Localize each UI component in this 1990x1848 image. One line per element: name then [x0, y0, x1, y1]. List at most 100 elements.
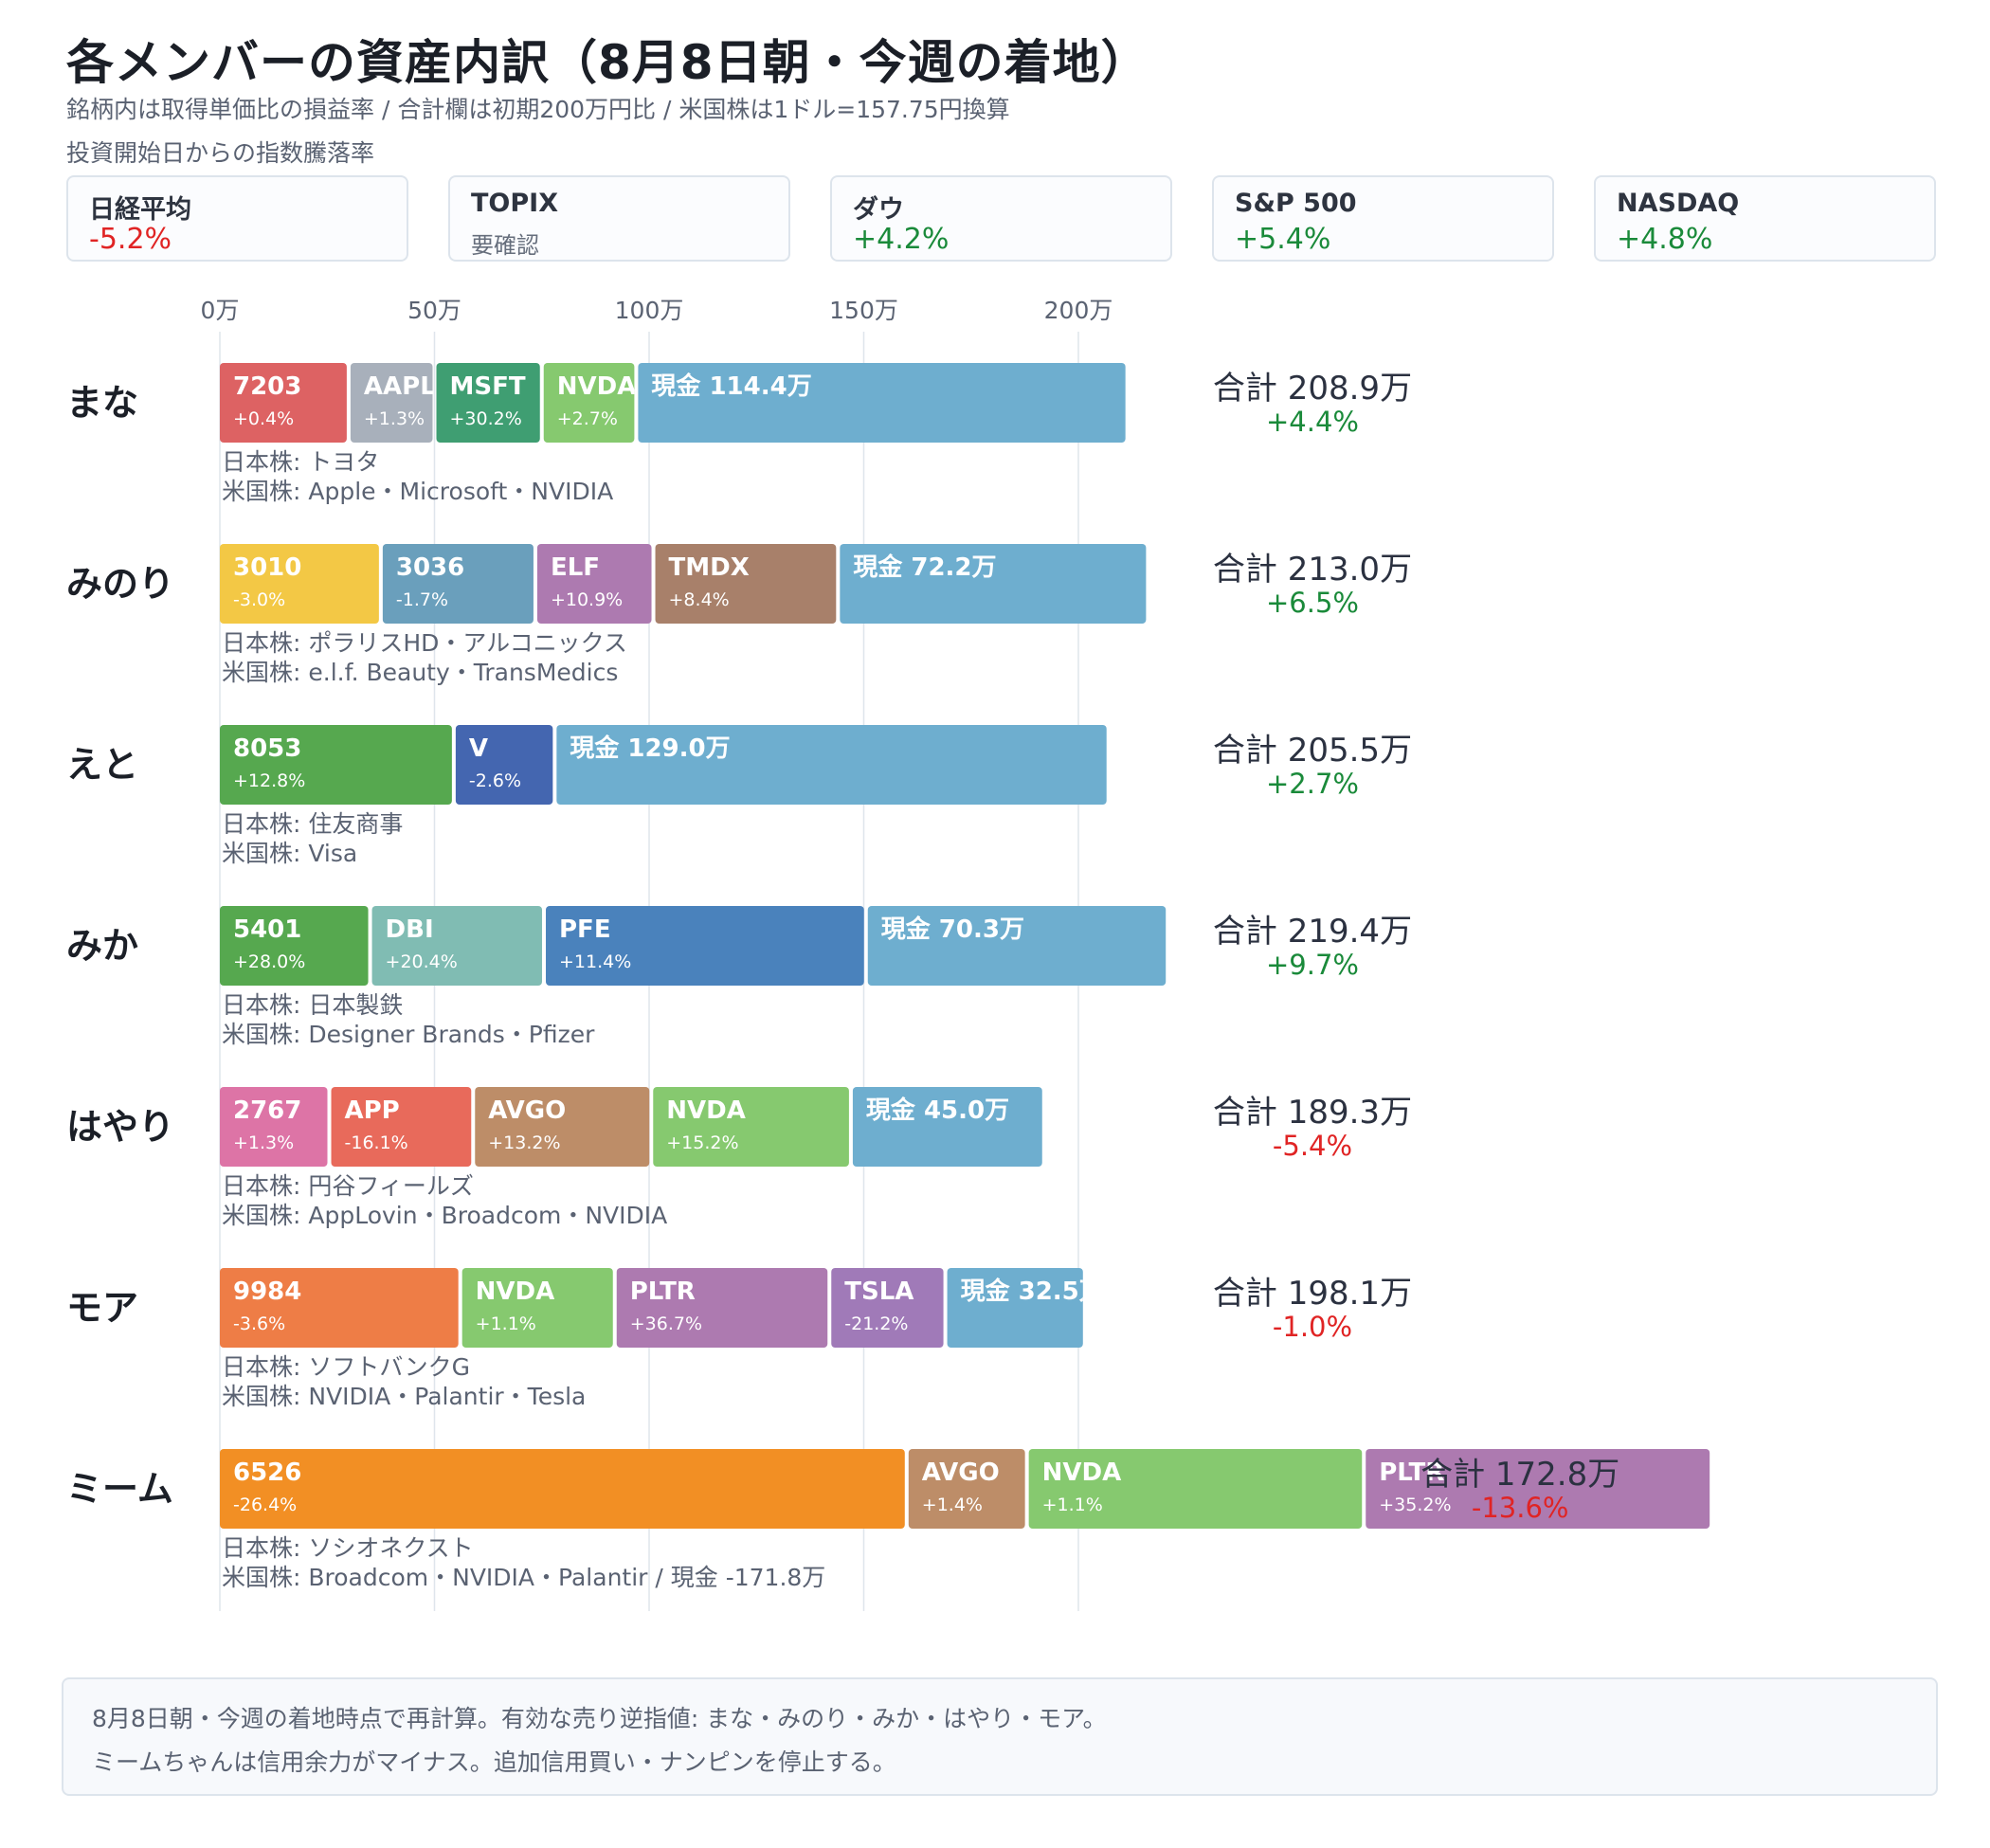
member-us-stocks: 米国株: AppLovin・Broadcom・NVIDIA — [222, 1202, 667, 1229]
segment-pct: +10.9% — [551, 589, 623, 610]
x-tick-label: 50万 — [407, 297, 461, 324]
segment-label: NVDA — [1042, 1458, 1122, 1487]
segment-pct: -3.6% — [233, 1314, 285, 1334]
segment-pct: +30.2% — [450, 408, 522, 429]
member-change: +9.7% — [1266, 949, 1359, 981]
asset-breakdown-chart: 0万 50万 100万 150万 200万まな 7203 +0.4% AAPL +1.3% MSF… — [66, 297, 1710, 1611]
member-change: +4.4% — [1266, 406, 1359, 438]
segment-label: 7203 — [233, 372, 301, 401]
segment-pct: +1.1% — [1042, 1495, 1103, 1515]
member-total: 合計 198.1万 — [1213, 1275, 1412, 1313]
segment-label: 5401 — [233, 915, 301, 944]
member-total: 合計 213.0万 — [1213, 551, 1412, 589]
segment-label: NVDA — [476, 1277, 555, 1306]
segment-pct: +20.4% — [386, 951, 458, 972]
member-name: まな — [66, 382, 138, 424]
member-us-stocks: 米国株: NVIDIA・Palantir・Tesla — [222, 1383, 586, 1410]
member-name: モア — [66, 1287, 138, 1329]
member-name: えと — [66, 744, 138, 786]
x-tick-label: 0万 — [201, 297, 240, 324]
segment-label: DBI — [386, 915, 434, 944]
segment-pct: -2.6% — [469, 770, 521, 791]
segment-label: 現金 32.5万 — [961, 1277, 1104, 1306]
footer-note: 8月8日朝・今週の着地時点で再計算。有効な売り逆指値: まな・みのり・みか・はや… — [62, 1677, 1938, 1796]
segment-label: APP — [345, 1096, 400, 1125]
segment-label: 現金 114.4万 — [651, 371, 811, 401]
segment-label: NVDA — [557, 372, 637, 401]
member-name: はやり — [66, 1106, 174, 1148]
segment-pct: +1.3% — [233, 1132, 294, 1153]
segment-pct: -26.4% — [233, 1495, 297, 1515]
footer-note-line: ミームちゃんは信用余力がマイナス。追加信用買い・ナンピンを停止する。 — [92, 1748, 896, 1776]
segment-label: ELF — [551, 553, 600, 582]
member-name: みか — [66, 925, 138, 967]
segment-label: PLTR — [630, 1277, 696, 1306]
member-total: 合計 219.4万 — [1213, 913, 1412, 951]
segment-label: 3036 — [396, 553, 464, 582]
segment-pct: -16.1% — [345, 1132, 408, 1153]
member-jp-stocks: 日本株: ポラリスHD・アルコニックス — [222, 629, 627, 657]
member-us-stocks: 米国株: Broadcom・NVIDIA・Palantir / 現金 -171.… — [222, 1564, 825, 1591]
segment-pct: -21.2% — [844, 1314, 908, 1334]
member-change: -5.4% — [1273, 1130, 1352, 1162]
segment-label: V — [469, 734, 488, 763]
member-us-stocks: 米国株: Visa — [222, 840, 357, 867]
segment-pct: +35.2% — [1379, 1495, 1451, 1515]
member-total: 合計 205.5万 — [1213, 732, 1412, 770]
segment-label: NVDA — [666, 1096, 746, 1125]
member-jp-stocks: 日本株: 住友商事 — [222, 810, 403, 838]
segment-label: TMDX — [669, 553, 750, 582]
member-jp-stocks: 日本株: 円谷フィールズ — [222, 1172, 474, 1200]
segment-pct: -1.7% — [396, 589, 448, 610]
segment-label: 現金 45.0万 — [866, 1096, 1009, 1125]
member-jp-stocks: 日本株: 日本製鉄 — [222, 991, 403, 1019]
member-name: ミーム — [66, 1468, 173, 1510]
segment-label: 現金 72.2万 — [853, 553, 996, 582]
segment-pct: +36.7% — [630, 1314, 702, 1334]
segment-label: AVGO — [488, 1096, 566, 1125]
segment-pct: +1.1% — [476, 1314, 536, 1334]
member-name: みのり — [66, 563, 174, 605]
segment-label: 3010 — [233, 553, 301, 582]
segment-pct: +12.8% — [233, 770, 305, 791]
segment-pct: +28.0% — [233, 951, 305, 972]
member-total: 合計 172.8万 — [1420, 1456, 1619, 1494]
segment-pct: +0.4% — [233, 408, 294, 429]
segment-label: AVGO — [922, 1458, 1000, 1487]
member-us-stocks: 米国株: e.l.f. Beauty・TransMedics — [222, 659, 618, 686]
segment-pct: +11.4% — [559, 951, 631, 972]
member-change: +2.7% — [1266, 768, 1359, 800]
segment-pct: +8.4% — [669, 589, 730, 610]
member-total: 合計 189.3万 — [1213, 1094, 1412, 1132]
member-jp-stocks: 日本株: ソシオネクスト — [222, 1534, 474, 1562]
segment-label: 現金 70.3万 — [881, 915, 1024, 944]
bar-segment — [220, 1449, 905, 1529]
segment-pct: +15.2% — [666, 1132, 738, 1153]
segment-label: 8053 — [233, 734, 301, 763]
segment-pct: +2.7% — [557, 408, 618, 429]
member-us-stocks: 米国株: Designer Brands・Pfizer — [222, 1021, 595, 1048]
x-tick-label: 200万 — [1044, 297, 1113, 324]
segment-label: 9984 — [233, 1277, 301, 1306]
segment-label: 2767 — [233, 1096, 301, 1125]
segment-label: 現金 129.0万 — [570, 734, 730, 763]
segment-pct: -3.0% — [233, 589, 285, 610]
member-change: -1.0% — [1273, 1311, 1352, 1343]
segment-pct: +1.4% — [922, 1495, 983, 1515]
segment-pct: +1.3% — [364, 408, 425, 429]
member-jp-stocks: 日本株: ソフトバンクG — [222, 1353, 470, 1381]
segment-pct: +13.2% — [488, 1132, 560, 1153]
segment-label: MSFT — [450, 372, 526, 401]
member-jp-stocks: 日本株: トヨタ — [222, 448, 379, 476]
x-tick-label: 150万 — [829, 297, 898, 324]
x-tick-label: 100万 — [615, 297, 684, 324]
segment-label: PFE — [559, 915, 611, 944]
footer-note-line: 8月8日朝・今週の着地時点で再計算。有効な売り逆指値: まな・みのり・みか・はや… — [92, 1705, 1107, 1732]
member-us-stocks: 米国株: Apple・Microsoft・NVIDIA — [222, 478, 613, 505]
segment-label: 6526 — [233, 1458, 301, 1487]
member-change: -13.6% — [1472, 1492, 1569, 1524]
member-total: 合計 208.9万 — [1213, 370, 1412, 408]
segment-label: TSLA — [844, 1277, 914, 1306]
segment-label: AAPL — [364, 372, 436, 401]
member-change: +6.5% — [1266, 587, 1359, 619]
